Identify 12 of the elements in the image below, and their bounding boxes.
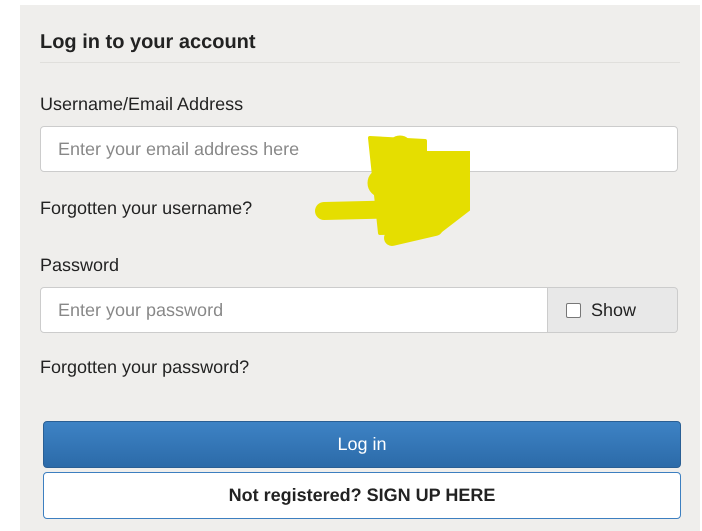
signup-button[interactable]: Not registered? SIGN UP HERE — [43, 472, 681, 519]
field-label: Username/Email Address — [40, 94, 244, 115]
password-input[interactable]: Enter your password — [40, 287, 548, 333]
email-input[interactable]: Enter your email address here — [40, 126, 678, 172]
forgot-password-link[interactable]: Forgotten your password? — [40, 357, 680, 378]
checkbox[interactable] — [566, 302, 581, 318]
show-password-toggle[interactable]: Show — [548, 287, 678, 333]
form-title: Log in to your account — [40, 31, 680, 63]
forgot-username-link[interactable]: Forgotten your username? — [40, 198, 680, 219]
pointing-hand-icon — [315, 136, 470, 246]
login-button[interactable]: Log in — [43, 421, 681, 468]
field-label: Password — [40, 255, 120, 276]
